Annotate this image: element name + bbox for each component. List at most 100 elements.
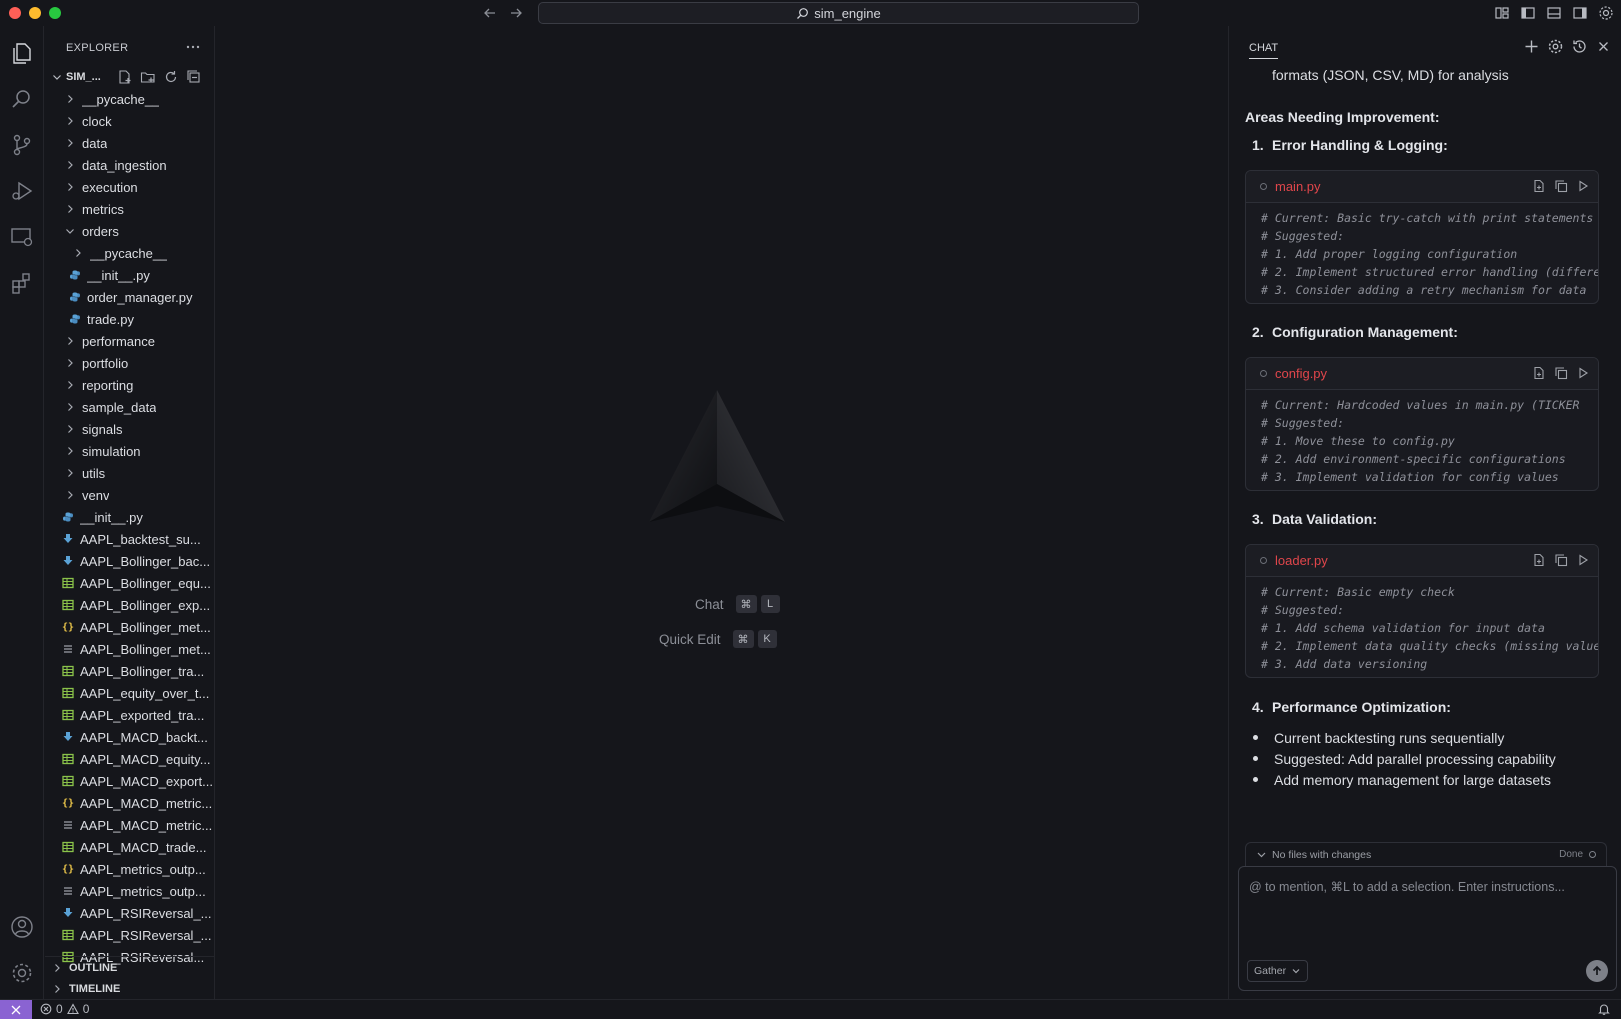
more-actions-icon[interactable] bbox=[185, 40, 201, 54]
toggle-secondary-sidebar-icon[interactable] bbox=[1571, 4, 1589, 22]
tree-folder[interactable]: utils bbox=[45, 462, 215, 484]
tree-file[interactable]: AAPL_MACD_equity... bbox=[45, 748, 215, 770]
tree-folder[interactable]: reporting bbox=[45, 374, 215, 396]
files-icon[interactable] bbox=[9, 40, 35, 66]
explorer-sidebar: EXPLORER SIM_... __pycache__ clock data dat… bbox=[45, 26, 215, 999]
send-button[interactable] bbox=[1586, 960, 1608, 982]
tree-file[interactable]: AAPL_RSIReversal_... bbox=[45, 902, 215, 924]
code-line: # 2. Add environment-specific configurat… bbox=[1261, 452, 1566, 466]
history-icon[interactable] bbox=[1571, 38, 1588, 55]
chat-tab[interactable]: CHAT bbox=[1249, 42, 1279, 59]
tree-file[interactable]: AAPL_exported_tra... bbox=[45, 704, 215, 726]
tree-folder[interactable]: performance bbox=[45, 330, 215, 352]
command-center-search[interactable]: sim_engine bbox=[538, 2, 1139, 24]
tree-file[interactable]: AAPL_MACD_export... bbox=[45, 770, 215, 792]
tree-folder[interactable]: portfolio bbox=[45, 352, 215, 374]
tree-file[interactable]: AAPL_backtest_su... bbox=[45, 528, 215, 550]
tree-file[interactable]: __init__.py bbox=[45, 506, 215, 528]
arrow-left-icon[interactable] bbox=[481, 4, 499, 22]
new-folder-icon[interactable] bbox=[140, 69, 156, 85]
tree-file[interactable]: AAPL_metrics_outp... bbox=[45, 880, 215, 902]
tree-file[interactable]: AAPL_equity_over_t... bbox=[45, 682, 215, 704]
play-icon[interactable] bbox=[1576, 553, 1590, 567]
maximize-window-button[interactable] bbox=[49, 7, 61, 19]
problems-indicator[interactable]: 0 0 bbox=[40, 1002, 89, 1016]
tree-folder[interactable]: simulation bbox=[45, 440, 215, 462]
settings-gear-icon[interactable] bbox=[1597, 4, 1615, 22]
tree-folder[interactable]: execution bbox=[45, 176, 215, 198]
play-icon[interactable] bbox=[1576, 179, 1590, 193]
tree-file[interactable]: trade.py bbox=[45, 308, 215, 330]
workspace-root[interactable]: SIM_... bbox=[45, 66, 215, 88]
run-debug-icon[interactable] bbox=[9, 178, 35, 204]
tree-file[interactable]: AAPL_Bollinger_bac... bbox=[45, 550, 215, 572]
tree-item-label: AAPL_MACD_export... bbox=[80, 773, 213, 789]
tree-file[interactable]: AAPL_RSIReversal_... bbox=[45, 924, 215, 946]
play-icon[interactable] bbox=[1576, 366, 1590, 380]
mode-select[interactable]: Gather bbox=[1247, 960, 1309, 982]
tree-file[interactable]: AAPL_Bollinger_exp... bbox=[45, 594, 215, 616]
code-filename[interactable]: config.py bbox=[1275, 366, 1327, 381]
chat-panel: CHAT formats (JSON, CSV, MD) for analysi… bbox=[1228, 26, 1621, 999]
tree-folder[interactable]: signals bbox=[45, 418, 215, 440]
toggle-panel-icon[interactable] bbox=[1545, 4, 1563, 22]
close-icon[interactable] bbox=[1595, 38, 1612, 55]
tree-file[interactable]: AAPL_MACD_metric... bbox=[45, 814, 215, 836]
tree-folder[interactable]: orders bbox=[45, 220, 215, 242]
tree-file[interactable]: order_manager.py bbox=[45, 286, 215, 308]
changes-summary[interactable]: No files with changes Done bbox=[1245, 842, 1607, 866]
copy-icon[interactable] bbox=[1554, 179, 1568, 193]
tree-file[interactable]: AAPL_Bollinger_met... bbox=[45, 638, 215, 660]
outline-section[interactable]: OUTLINE bbox=[45, 956, 215, 978]
tree-file[interactable]: __init__.py bbox=[45, 264, 215, 286]
tree-file[interactable]: {} AAPL_MACD_metric... bbox=[45, 792, 215, 814]
apply-file-icon[interactable] bbox=[1532, 553, 1546, 567]
tree-file[interactable]: AAPL_Bollinger_tra... bbox=[45, 660, 215, 682]
search-text: sim_engine bbox=[814, 5, 881, 21]
customize-layout-icon[interactable] bbox=[1493, 4, 1511, 22]
tree-file[interactable]: {} AAPL_Bollinger_met... bbox=[45, 616, 215, 638]
tree-folder[interactable]: __pycache__ bbox=[45, 242, 215, 264]
collapse-all-icon[interactable] bbox=[186, 69, 202, 85]
table-file-icon bbox=[62, 665, 74, 677]
manage-gear-icon[interactable] bbox=[9, 960, 35, 986]
code-filename[interactable]: main.py bbox=[1275, 179, 1321, 194]
remote-explorer-icon[interactable] bbox=[9, 224, 35, 250]
plus-icon[interactable] bbox=[1523, 38, 1540, 55]
refresh-icon[interactable] bbox=[163, 69, 179, 85]
tree-folder[interactable]: venv bbox=[45, 484, 215, 506]
close-window-button[interactable] bbox=[9, 7, 21, 19]
copy-icon[interactable] bbox=[1554, 553, 1568, 567]
new-file-icon[interactable] bbox=[117, 69, 133, 85]
toggle-primary-sidebar-icon[interactable] bbox=[1519, 4, 1537, 22]
gear-icon[interactable] bbox=[1547, 38, 1564, 55]
tree-folder[interactable]: data_ingestion bbox=[45, 154, 215, 176]
tree-folder[interactable]: clock bbox=[45, 110, 215, 132]
minimize-window-button[interactable] bbox=[29, 7, 41, 19]
tree-file[interactable]: AAPL_MACD_backt... bbox=[45, 726, 215, 748]
tree-file[interactable]: AAPL_Bollinger_equ... bbox=[45, 572, 215, 594]
account-icon[interactable] bbox=[9, 914, 35, 940]
tree-file[interactable]: AAPL_MACD_trade... bbox=[45, 836, 215, 858]
apply-file-icon[interactable] bbox=[1532, 179, 1546, 193]
remote-indicator-button[interactable] bbox=[0, 1000, 32, 1019]
extensions-icon[interactable] bbox=[9, 270, 35, 296]
chevron-down-icon bbox=[1291, 966, 1301, 976]
tree-folder[interactable]: metrics bbox=[45, 198, 215, 220]
source-control-icon[interactable] bbox=[9, 132, 35, 158]
timeline-section[interactable]: TIMELINE bbox=[45, 978, 215, 1000]
tree-folder[interactable]: sample_data bbox=[45, 396, 215, 418]
tree-item-label: reporting bbox=[82, 377, 134, 393]
search-icon[interactable] bbox=[9, 86, 35, 112]
code-filename[interactable]: loader.py bbox=[1275, 553, 1328, 568]
arrow-right-icon[interactable] bbox=[507, 4, 525, 22]
tree-folder[interactable]: __pycache__ bbox=[45, 88, 215, 110]
tree-file[interactable]: {} AAPL_metrics_outp... bbox=[45, 858, 215, 880]
chat-input[interactable] bbox=[1249, 877, 1604, 897]
copy-icon[interactable] bbox=[1554, 366, 1568, 380]
section-title: Data Validation: bbox=[1272, 511, 1378, 527]
apply-file-icon[interactable] bbox=[1532, 366, 1546, 380]
bell-icon[interactable] bbox=[1597, 1002, 1611, 1016]
tree-folder[interactable]: data bbox=[45, 132, 215, 154]
text-file-icon bbox=[62, 643, 74, 655]
